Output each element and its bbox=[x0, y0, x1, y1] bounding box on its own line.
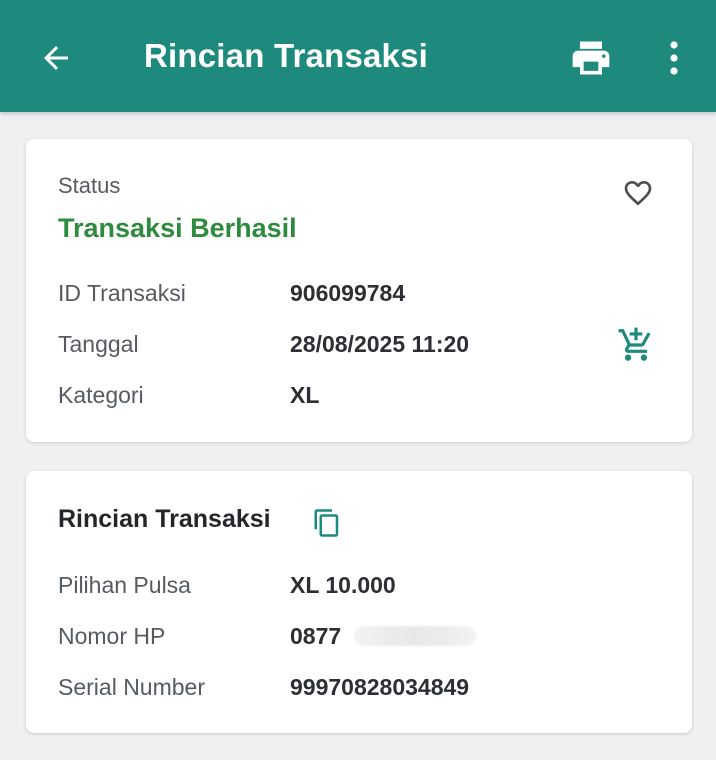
print-button[interactable] bbox=[566, 33, 616, 83]
heart-outline-icon bbox=[624, 181, 652, 206]
row-label-tanggal: Tanggal bbox=[58, 331, 139, 357]
back-button[interactable] bbox=[32, 34, 80, 82]
row-value-nomor-hp: 0877 bbox=[290, 623, 342, 649]
status-card: Status Transaksi Berhasil ID Transaksi 9… bbox=[26, 139, 692, 442]
row-label-pilihan-pulsa: Pilihan Pulsa bbox=[58, 572, 191, 598]
row-label-serial-number: Serial Number bbox=[58, 674, 205, 700]
row-label-kategori: Kategori bbox=[58, 382, 144, 408]
row-value-kategori: XL bbox=[290, 382, 320, 408]
row-value-serial-number: 99970828034849 bbox=[290, 674, 470, 700]
app-bar: Rincian Transaksi bbox=[0, 0, 716, 112]
transaction-detail-card: Rincian Transaksi Pilihan Pulsa XL 10.00… bbox=[26, 471, 692, 733]
row-label-id-transaksi: ID Transaksi bbox=[58, 280, 186, 306]
section-title: Rincian Transaksi bbox=[58, 505, 271, 533]
more-vertical-icon bbox=[670, 41, 678, 75]
copy-button[interactable] bbox=[310, 505, 344, 541]
printer-icon bbox=[572, 41, 610, 75]
row-label-nomor-hp: Nomor HP bbox=[58, 623, 166, 649]
arrow-left-icon bbox=[44, 46, 68, 70]
masked-phone-digits bbox=[354, 626, 476, 646]
copy-icon bbox=[314, 509, 339, 537]
row-value-id-transaksi: 906099784 bbox=[290, 280, 406, 306]
more-options-button[interactable] bbox=[654, 33, 694, 83]
row-value-tanggal: 28/08/2025 11:20 bbox=[290, 331, 470, 357]
page-title: Rincian Transaksi bbox=[144, 37, 429, 74]
cart-add-icon bbox=[618, 327, 651, 361]
status-value: Transaksi Berhasil bbox=[58, 213, 297, 243]
status-label: Status bbox=[58, 173, 121, 198]
buy-again-button[interactable] bbox=[616, 325, 656, 365]
favorite-button[interactable] bbox=[620, 175, 656, 211]
row-value-pilihan-pulsa: XL 10.000 bbox=[290, 572, 396, 598]
